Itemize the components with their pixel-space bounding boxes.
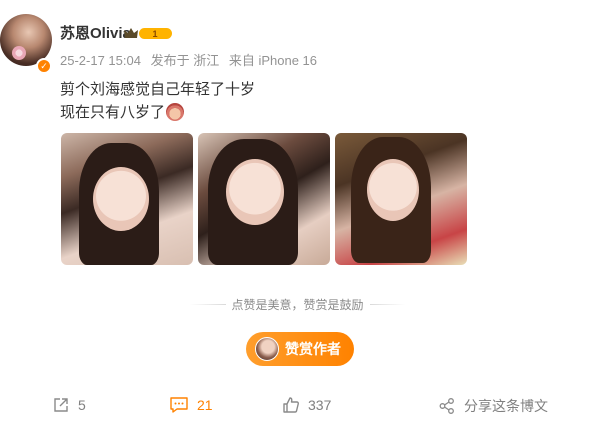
post-text-line-1: 剪个刘海感觉自己年轻了十岁: [60, 81, 256, 98]
post-date[interactable]: 25-2-17 15:04: [60, 53, 141, 68]
reward-author-button[interactable]: 赞赏作者: [246, 332, 354, 366]
photo-grid: [61, 133, 467, 265]
post-photo-2[interactable]: [198, 133, 330, 265]
share-icon: [439, 398, 454, 414]
share-button[interactable]: 分享这条博文: [438, 396, 548, 416]
repost-count: 5: [78, 397, 86, 413]
post-meta: 25-2-17 15:04 发布于 浙江 来自 iPhone 16: [60, 50, 323, 69]
like-button[interactable]: 337: [282, 396, 331, 414]
reward-divider: 点赞是美意，赞赏是鼓励: [190, 297, 406, 312]
avatar-flower-decoration: [12, 46, 26, 60]
post-text-line-2-content: 现在只有八岁了: [60, 104, 166, 121]
post-photo-3[interactable]: [335, 133, 467, 265]
like-icon: [283, 397, 299, 413]
comment-button[interactable]: 21: [169, 396, 213, 414]
reward-slogan: 点赞是美意，赞赏是鼓励: [231, 297, 364, 312]
reward-button-label: 赞赏作者: [285, 341, 341, 357]
post-device: 来自 iPhone 16: [228, 53, 317, 68]
rabbit-emoji-icon: [166, 102, 185, 121]
verified-badge-icon: ✓: [36, 58, 52, 74]
comment-count: 21: [197, 397, 213, 413]
vip-level: 1: [152, 29, 157, 39]
repost-icon: [54, 398, 68, 412]
vip-crown-icon[interactable]: 1: [122, 25, 174, 41]
post-text-line-2: 现在只有八岁了: [60, 101, 185, 122]
repost-button[interactable]: 5: [52, 396, 86, 414]
author-name[interactable]: 苏恩Olivia: [60, 22, 131, 43]
reward-avatar: [255, 337, 279, 361]
comment-icon: [170, 397, 188, 413]
action-bar: 5 21 337 分享这条博文: [0, 396, 596, 420]
author-avatar[interactable]: ✓: [0, 14, 52, 74]
post-photo-1[interactable]: [61, 133, 193, 265]
like-count: 337: [308, 397, 332, 413]
share-label: 分享这条博文: [464, 398, 548, 414]
post-location: 发布于 浙江: [150, 53, 220, 68]
